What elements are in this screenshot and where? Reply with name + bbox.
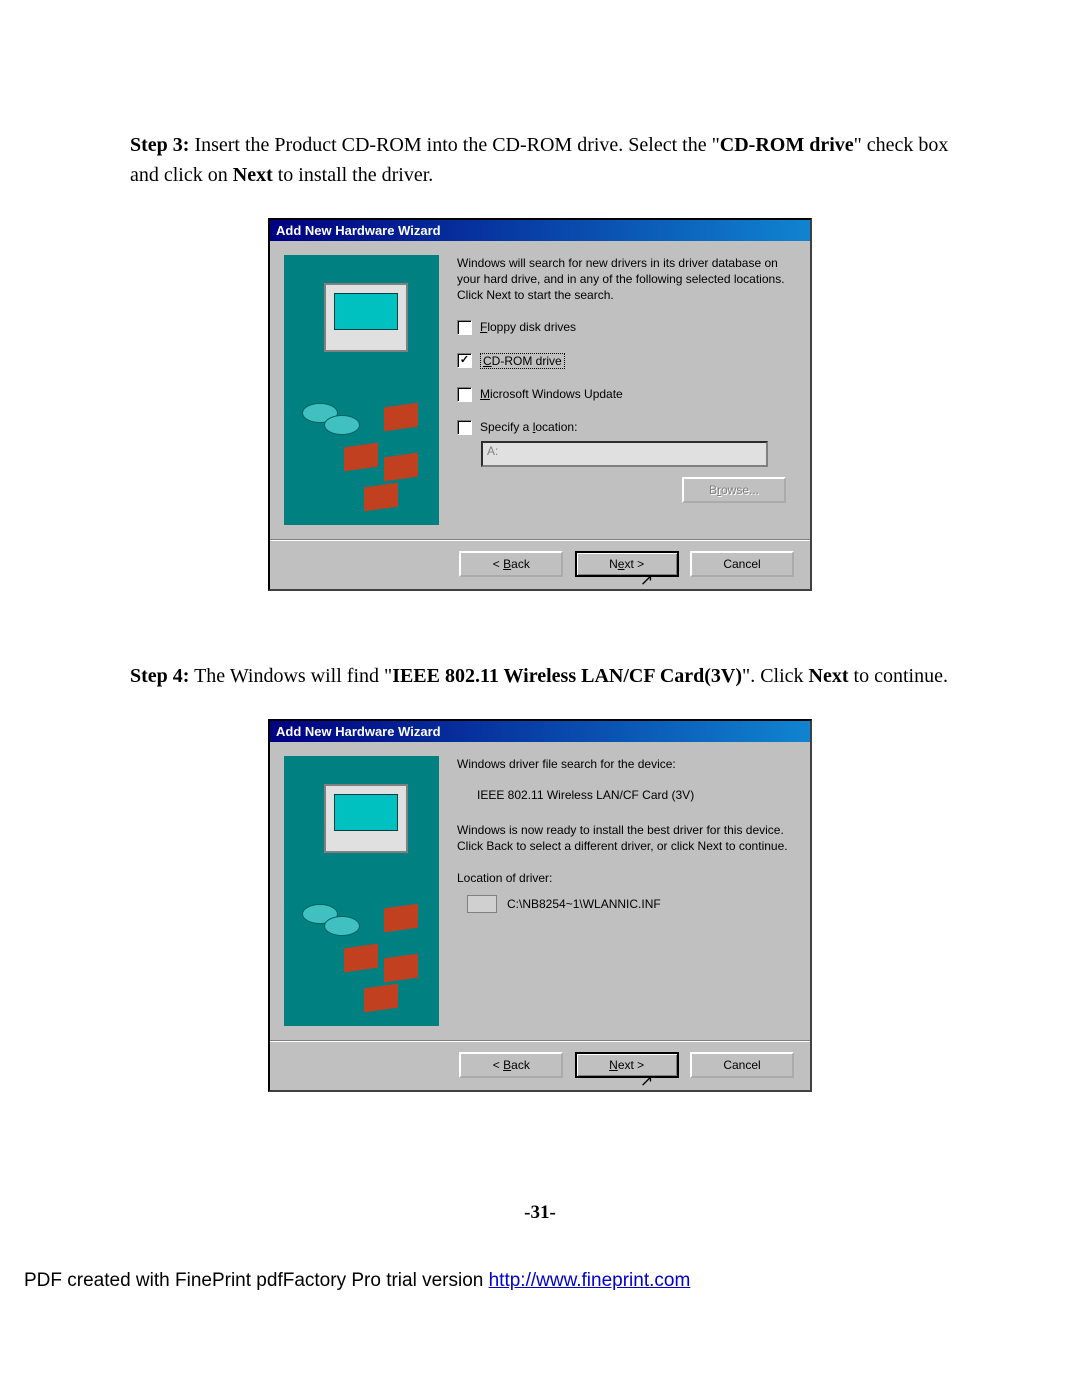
checkbox-floppy[interactable]	[457, 320, 472, 335]
dialog1-intro: Windows will search for new drivers in i…	[457, 255, 796, 304]
cancel-button-2[interactable]: Cancel	[690, 1052, 794, 1078]
label-winupdate: Microsoft Windows Update	[480, 387, 623, 401]
dialog-add-hardware-1: Add New Hardware Wizard Windows will sea…	[268, 218, 812, 591]
browse-button[interactable]: Browse...	[682, 477, 786, 503]
wizard-graphic	[284, 255, 439, 525]
location-input[interactable]: A:	[481, 441, 768, 467]
checkbox-cdrom[interactable]	[457, 353, 472, 368]
step3-label: Step 3:	[130, 134, 189, 156]
dialog2-intro: Windows driver file search for the devic…	[457, 756, 796, 772]
label-cdrom: CD-ROM drive	[480, 353, 565, 369]
wizard-graphic-2	[284, 756, 439, 1026]
fineprint-link[interactable]: http://www.fineprint.com	[489, 1270, 691, 1291]
label-specify: Specify a location:	[480, 420, 577, 434]
next-button-2[interactable]: Next >	[575, 1052, 679, 1078]
inf-file-icon	[467, 895, 497, 913]
dialog2-ready: Windows is now ready to install the best…	[457, 822, 796, 854]
step4-paragraph: Step 4: The Windows will find "IEEE 802.…	[130, 661, 950, 691]
back-button-1[interactable]: < Back	[459, 551, 563, 577]
location-label: Location of driver:	[457, 871, 796, 885]
page-number: -31-	[130, 1202, 950, 1224]
checkbox-specify[interactable]	[457, 420, 472, 435]
pdf-footer: PDF created with FinePrint pdfFactory Pr…	[0, 1264, 1080, 1316]
checkbox-winupdate[interactable]	[457, 387, 472, 402]
device-name: IEEE 802.11 Wireless LAN/CF Card (3V)	[477, 788, 796, 802]
dialog2-titlebar: Add New Hardware Wizard	[270, 721, 810, 742]
cancel-button-1[interactable]: Cancel	[690, 551, 794, 577]
step4-label: Step 4:	[130, 665, 189, 687]
back-button-2[interactable]: < Back	[459, 1052, 563, 1078]
next-button-1[interactable]: Next >	[575, 551, 679, 577]
label-floppy: Floppy disk drives	[480, 320, 576, 334]
dialog1-titlebar: Add New Hardware Wizard	[270, 220, 810, 241]
dialog-add-hardware-2: Add New Hardware Wizard Windows driver f…	[268, 719, 812, 1092]
step3-paragraph: Step 3: Insert the Product CD-ROM into t…	[130, 130, 950, 190]
location-path: C:\NB8254~1\WLANNIC.INF	[507, 897, 661, 911]
